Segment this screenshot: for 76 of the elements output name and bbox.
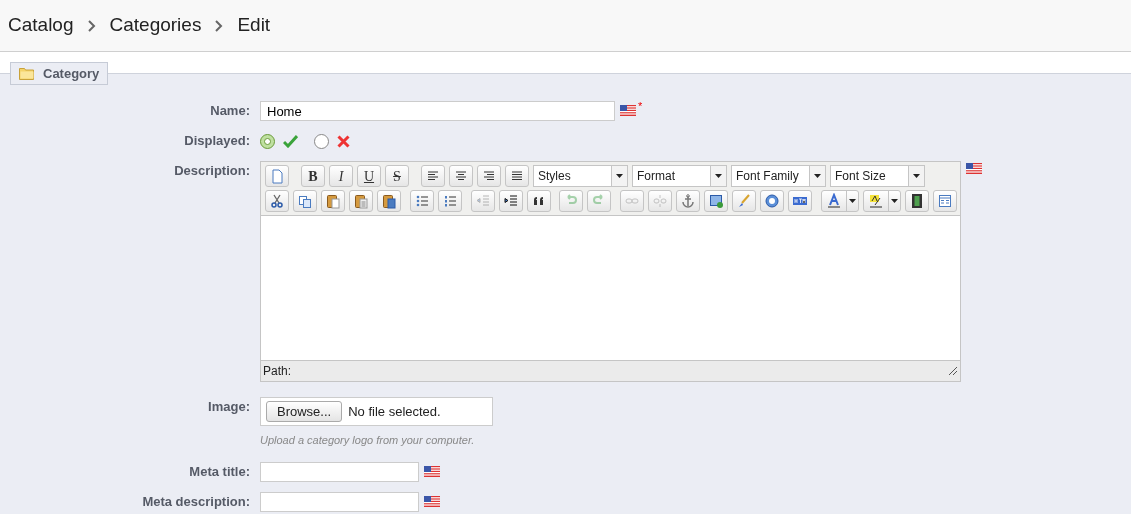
outdent-icon <box>474 193 491 209</box>
toolbar-button[interactable]: S <box>385 165 409 187</box>
caret-icon <box>814 174 821 178</box>
film-icon <box>909 193 925 209</box>
flag-icon <box>966 163 982 174</box>
field-label: Displayed: <box>184 132 250 150</box>
copy-icon <box>297 193 313 209</box>
required-mark: * <box>638 101 643 111</box>
paste-text-icon <box>353 193 369 209</box>
breadcrumb-link[interactable]: Edit <box>237 11 271 40</box>
toolbar-button[interactable] <box>421 165 445 187</box>
folder-icon <box>19 67 35 80</box>
cross-icon <box>337 134 350 148</box>
toolbar-button[interactable] <box>526 190 551 212</box>
caret-icon <box>913 174 920 178</box>
split-button[interactable] <box>863 190 901 212</box>
field-label: Meta title: <box>189 462 250 481</box>
toolbar-button[interactable] <box>377 190 401 212</box>
scissors-icon <box>269 193 285 209</box>
dropdown[interactable]: Font Size <box>830 165 925 187</box>
path-label: Path: <box>263 363 292 380</box>
toolbar-button[interactable] <box>349 190 373 212</box>
toolbar-button[interactable] <box>321 190 345 212</box>
caret-icon <box>891 199 898 203</box>
template-icon <box>937 193 953 209</box>
toolbar-button[interactable] <box>704 190 729 212</box>
dropdown[interactable]: Font Family <box>731 165 826 187</box>
radio-button[interactable] <box>260 133 275 149</box>
text-field[interactable] <box>260 461 419 482</box>
file-status: No file selected. <box>348 402 441 421</box>
toolbar-button[interactable] <box>449 165 473 187</box>
caret-icon <box>849 199 856 203</box>
text-field[interactable]: Home <box>260 101 615 121</box>
toolbar-button[interactable] <box>477 165 501 187</box>
anchor-icon <box>680 193 697 209</box>
caret-icon <box>616 174 623 178</box>
page-icon <box>269 168 285 184</box>
hint-text: Upload a category logo from your computer. <box>260 433 476 448</box>
toolbar-button[interactable]: I <box>329 165 353 187</box>
unlink-icon <box>652 193 669 209</box>
indent-icon <box>502 193 519 209</box>
dropdown[interactable]: Styles <box>533 165 628 187</box>
dropdown[interactable]: Format <box>632 165 727 187</box>
flag-icon <box>424 495 440 507</box>
brush-icon <box>736 193 753 209</box>
resize-handle-icon[interactable] <box>948 366 958 376</box>
toolbar-button[interactable] <box>760 190 785 212</box>
text-field[interactable] <box>260 491 419 512</box>
flag-icon <box>620 105 636 116</box>
chevron-icon <box>87 19 96 32</box>
paste-icon <box>325 193 341 209</box>
help-icon <box>764 193 781 209</box>
text-color-icon <box>826 193 842 209</box>
breadcrumb-link[interactable]: Catalog <box>8 11 74 40</box>
paste-word-icon <box>381 193 397 209</box>
breadcrumb-link[interactable]: Categories <box>109 11 202 40</box>
toolbar-button[interactable]: B <box>301 165 325 187</box>
caret-icon <box>715 174 722 178</box>
check-icon <box>283 134 298 148</box>
field-label: Meta description: <box>142 492 250 511</box>
flag-icon <box>424 465 440 477</box>
split-button[interactable] <box>821 190 859 212</box>
browse-button[interactable]: Browse... <box>266 401 343 422</box>
toolbar-button[interactable] <box>505 165 529 187</box>
toolbar-button[interactable] <box>265 190 289 212</box>
chevron-icon <box>215 19 224 32</box>
file-field[interactable]: Browse... No file selected. <box>260 397 493 426</box>
image-icon <box>708 193 725 209</box>
field-label: Description: <box>174 162 250 180</box>
field-label: Image: <box>208 398 250 416</box>
toolbar-button[interactable]: U <box>357 165 381 187</box>
radio-button[interactable] <box>314 133 329 149</box>
toolbar-button[interactable] <box>905 190 929 212</box>
field-label: Name: <box>210 102 250 120</box>
highlight-icon <box>868 193 884 209</box>
legend-title: Category <box>43 64 100 83</box>
